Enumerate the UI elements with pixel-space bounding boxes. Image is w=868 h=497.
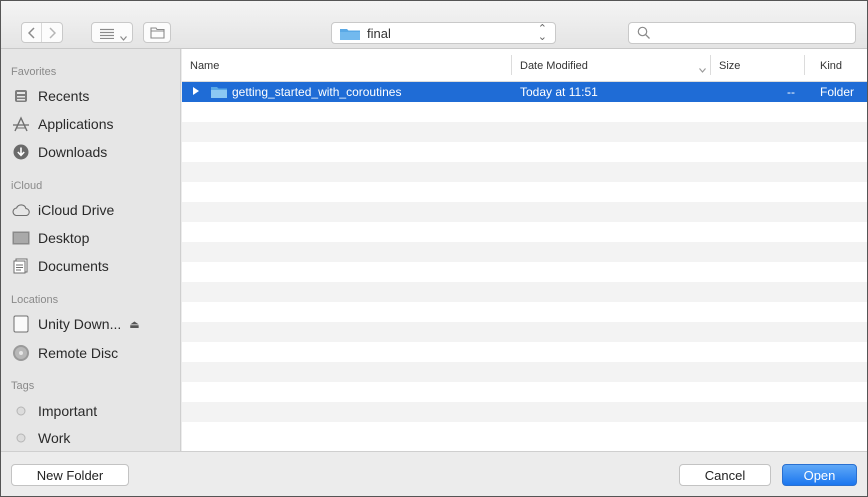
path-popup[interactable]: final ⌃ ⌄ [331,22,556,44]
documents-icon [11,257,31,275]
empty-row [182,382,867,402]
folder-icon [211,86,227,101]
empty-row [182,282,867,302]
empty-row [182,302,867,322]
sidebar: Favorites Recents Applications Downloads… [1,49,181,451]
desktop-icon [11,229,31,247]
disclosure-triangle-icon[interactable] [192,85,200,99]
sidebar-item-label: Unity Down... [38,316,122,332]
file-list: Name Date Modified Size Kind getting_sta… [182,49,867,451]
list-header: Name Date Modified Size Kind [182,49,867,82]
downloads-icon [11,143,31,161]
view-options-button[interactable] [91,22,133,43]
column-divider [804,55,805,75]
empty-row [182,222,867,242]
disk-icon [11,315,31,333]
toolbar: final ⌃ ⌄ [1,1,867,49]
list-view-icon [100,27,114,42]
tag-dot-icon [11,402,31,420]
sidebar-item-documents[interactable]: Documents [11,254,177,278]
sidebar-item-remote-disc[interactable]: Remote Disc [11,341,177,365]
new-folder-button[interactable]: New Folder [11,464,129,486]
empty-row [182,122,867,142]
empty-row [182,242,867,262]
sidebar-item-icloud-drive[interactable]: iCloud Drive [11,198,177,222]
sidebar-item-label: Recents [38,88,90,104]
updown-chevron-icon: ⌃ ⌄ [537,23,547,43]
empty-row [182,322,867,342]
empty-row [182,262,867,282]
sidebar-item-applications[interactable]: Applications [11,112,177,136]
column-header-date-modified[interactable]: Date Modified [520,60,588,72]
file-date-modified: Today at 11:51 [520,85,598,99]
sidebar-item-label: Applications [38,116,114,132]
sidebar-item-tag-work[interactable]: Work [11,426,177,450]
sidebar-item-label: Desktop [38,230,90,246]
empty-row [182,342,867,362]
column-header-size[interactable]: Size [719,60,740,72]
file-kind: Folder [820,85,855,99]
chevron-left-icon[interactable] [22,23,42,42]
tag-dot-icon [11,429,31,447]
sidebar-item-label: iCloud Drive [38,202,115,218]
empty-row [182,102,867,122]
sidebar-item-label: Work [38,430,71,446]
sidebar-section-locations: Locations [11,294,59,306]
file-size: -- [787,85,795,99]
column-header-kind[interactable]: Kind [820,60,842,72]
sidebar-item-unity-download[interactable]: Unity Down... ⏏ [11,312,177,336]
chevron-right-icon[interactable] [42,23,62,42]
new-folder-icon [150,26,165,42]
sidebar-item-desktop[interactable]: Desktop [11,226,177,250]
empty-row [182,182,867,202]
sidebar-section-tags: Tags [11,380,35,392]
applications-icon [11,115,31,133]
search-field[interactable] [628,22,856,44]
empty-row [182,162,867,182]
chevron-down-icon [120,29,127,44]
sidebar-item-downloads[interactable]: Downloads [11,140,177,164]
sidebar-item-tag-important[interactable]: Important [11,399,177,423]
new-folder-toolbar-button[interactable] [143,22,171,43]
sidebar-section-favorites: Favorites [11,66,57,78]
back-forward-control [21,22,63,43]
sidebar-item-label: Downloads [38,144,108,160]
cancel-button[interactable]: Cancel [679,464,771,486]
file-name: getting_started_with_coroutines [232,85,402,99]
column-divider [710,55,711,75]
eject-icon[interactable]: ⏏ [129,318,139,331]
search-input[interactable] [655,25,850,41]
column-header-name[interactable]: Name [190,60,219,72]
empty-row [182,202,867,222]
empty-row [182,362,867,382]
sidebar-item-label: Documents [38,258,109,274]
path-label: final [367,26,391,41]
column-divider [511,55,512,75]
empty-row [182,402,867,422]
sidebar-item-label: Remote Disc [38,345,119,361]
empty-row [182,142,867,162]
recents-icon [11,87,31,105]
table-row[interactable]: getting_started_with_coroutines Today at… [182,82,867,102]
bottom-bar: New Folder Cancel Open [1,451,867,496]
folder-icon [340,28,360,43]
cloud-icon [11,201,31,219]
open-button[interactable]: Open [782,464,857,486]
remote-disc-icon [11,344,31,362]
sidebar-item-label: Important [38,403,98,419]
list-rows: getting_started_with_coroutines Today at… [182,82,867,442]
open-dialog-window: final ⌃⌄ Favorites Recents Applications [0,0,868,497]
sidebar-section-icloud: iCloud [11,180,43,192]
sidebar-item-recents[interactable]: Recents [11,84,177,108]
search-icon [637,26,650,39]
sort-chevron-icon [699,61,706,76]
empty-row [182,422,867,442]
